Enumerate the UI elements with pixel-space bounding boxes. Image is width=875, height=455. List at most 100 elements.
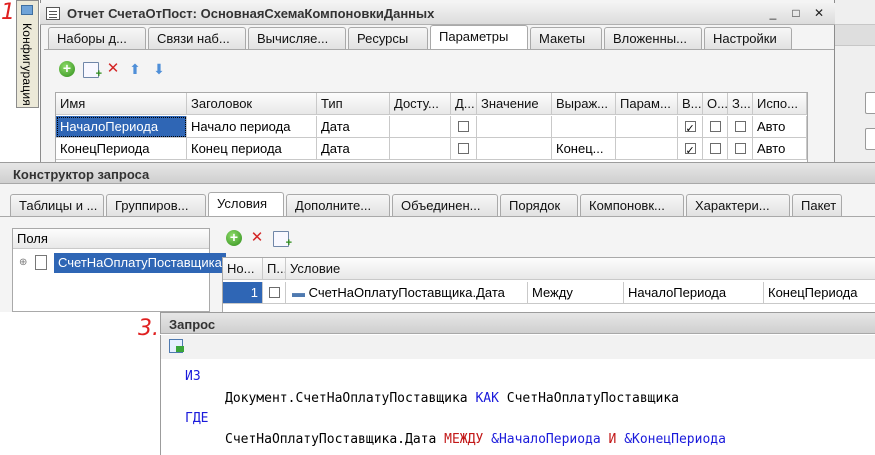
checkbox[interactable] [709, 121, 721, 133]
tab-settings[interactable]: Настройки [704, 27, 792, 49]
param-expr-cell[interactable]: Конец... [552, 138, 616, 160]
tab-order[interactable]: Порядок [500, 194, 578, 216]
checkbox-checked[interactable] [684, 141, 696, 159]
param-o-cell[interactable] [703, 116, 728, 138]
tab-grouping[interactable]: Группиров... [106, 194, 206, 216]
param-v-cell[interactable] [678, 138, 703, 160]
param-access-cell[interactable] [390, 138, 451, 160]
table-row[interactable]: 1 ▬ СчетНаОплатуПоставщика.Дата Между На… [223, 282, 875, 304]
query-edit-icon[interactable] [169, 339, 184, 353]
minimize-icon[interactable]: _ [765, 6, 781, 21]
param-name-cell[interactable]: НачалоПериода [56, 116, 187, 138]
param-value-cell[interactable] [477, 138, 552, 160]
tab-batch[interactable]: Пакет [792, 194, 842, 216]
tab-resources[interactable]: Ресурсы [348, 27, 428, 49]
param-d-cell[interactable] [451, 116, 477, 138]
column-header[interactable]: Но... [223, 258, 263, 280]
condition-operator-cell[interactable]: Между [528, 282, 624, 304]
condition-number-cell[interactable]: 1 [223, 282, 263, 304]
add-condition-icon[interactable]: + [226, 230, 242, 246]
param-title-cell[interactable]: Начало периода [187, 116, 317, 138]
param-z-cell[interactable] [728, 116, 753, 138]
query-text-titlebar[interactable]: Запрос [160, 312, 875, 334]
tab-calculated-fields[interactable]: Вычисляе... [248, 27, 346, 49]
checkbox[interactable] [709, 143, 721, 155]
table-row[interactable]: НачалоПериода Начало периода Дата Авто [56, 116, 807, 138]
schema-window-titlebar[interactable]: Отчет СчетаОтПост: ОсновнаяСхемаКомпонов… [40, 3, 835, 25]
copy-icon[interactable] [83, 62, 102, 82]
expand-icon[interactable]: ⊕ [19, 257, 27, 268]
param-access-cell[interactable] [390, 116, 451, 138]
param-o-cell[interactable] [703, 138, 728, 160]
query-alias: СчетНаОплатуПоставщика [506, 391, 679, 406]
tab-conditions[interactable]: Условия [208, 192, 284, 216]
tab-tables-and-fields[interactable]: Таблицы и ... [10, 194, 104, 216]
delete-icon[interactable]: ✕ [105, 61, 121, 77]
param-title-cell[interactable]: Конец периода [187, 138, 317, 160]
tab-composition[interactable]: Компоновк... [580, 194, 684, 216]
background-field [865, 92, 875, 114]
column-header[interactable]: Заголовок [187, 93, 317, 115]
column-header[interactable]: Тип [317, 93, 390, 115]
query-text-title: Запрос [169, 317, 216, 332]
param-type-cell[interactable]: Дата [317, 116, 390, 138]
checkbox[interactable] [458, 143, 469, 155]
checkbox[interactable] [734, 121, 746, 133]
column-header[interactable]: Испо... [753, 93, 807, 115]
tab-additional[interactable]: Дополните... [286, 194, 390, 216]
tree-item[interactable]: ⊕ СчетНаОплатуПоставщика [13, 253, 226, 273]
condition-enabled-cell[interactable] [263, 282, 286, 304]
close-icon[interactable]: ✕ [811, 6, 827, 21]
tree-item-label[interactable]: СчетНаОплатуПоставщика [54, 253, 226, 273]
param-param-cell[interactable] [616, 116, 678, 138]
checkbox[interactable] [458, 121, 469, 133]
column-header[interactable]: Парам... [616, 93, 678, 115]
table-row[interactable]: КонецПериода Конец периода Дата Конец...… [56, 138, 807, 160]
condition-from-cell[interactable]: НачалоПериода [624, 282, 764, 304]
configuration-sidebar[interactable]: Конфигурация [16, 0, 39, 108]
column-header[interactable]: Досту... [390, 93, 451, 115]
column-header[interactable]: З... [728, 93, 753, 115]
param-value-cell[interactable] [477, 116, 552, 138]
condition-to-cell[interactable]: КонецПериода [764, 282, 875, 304]
column-header[interactable]: Имя [56, 93, 187, 115]
keyword-where: ГДЕ [185, 411, 209, 426]
tab-unions[interactable]: Объединен... [392, 194, 498, 216]
param-expr-cell[interactable] [552, 116, 616, 138]
query-text-editor[interactable]: ИЗ Документ.СчетНаОплатуПоставщика КАК С… [160, 359, 875, 455]
checkbox-checked[interactable] [684, 119, 696, 137]
param-v-cell[interactable] [678, 116, 703, 138]
move-up-icon[interactable]: ⬆ [127, 61, 143, 77]
column-header[interactable]: Условие [286, 258, 875, 280]
fields-tree[interactable]: Поля ⊕ СчетНаОплатуПоставщика [12, 228, 226, 312]
param-use-cell[interactable]: Авто [753, 116, 807, 138]
column-header[interactable]: О... [703, 93, 728, 115]
delete-condition-icon[interactable]: ✕ [249, 230, 265, 246]
fields-header: Поля [13, 229, 209, 249]
column-header[interactable]: В... [678, 93, 703, 115]
add-icon[interactable]: + [59, 61, 75, 77]
param-d-cell[interactable] [451, 138, 477, 160]
tab-datasets[interactable]: Наборы д... [48, 27, 146, 49]
checkbox[interactable] [734, 143, 746, 155]
tab-characteristics[interactable]: Характери... [686, 194, 790, 216]
tab-templates[interactable]: Макеты [530, 27, 602, 49]
tab-nested-schemas[interactable]: Вложенны... [604, 27, 702, 49]
condition-field-cell[interactable]: ▬ СчетНаОплатуПоставщика.Дата [286, 282, 528, 304]
column-header[interactable]: Выраж... [552, 93, 616, 115]
param-use-cell[interactable]: Авто [753, 138, 807, 160]
copy-condition-icon[interactable] [273, 231, 292, 251]
param-param-cell[interactable] [616, 138, 678, 160]
query-builder-titlebar[interactable]: Конструктор запроса [0, 162, 875, 184]
move-down-icon[interactable]: ⬇ [151, 61, 167, 77]
param-name-cell[interactable]: КонецПериода [56, 138, 187, 160]
column-header[interactable]: П... [263, 258, 286, 280]
maximize-icon[interactable]: □ [788, 6, 804, 21]
tab-parameters[interactable]: Параметры [430, 25, 528, 49]
param-z-cell[interactable] [728, 138, 753, 160]
tab-dataset-links[interactable]: Связи наб... [148, 27, 246, 49]
checkbox[interactable] [268, 287, 280, 299]
column-header[interactable]: Значение [477, 93, 552, 115]
param-type-cell[interactable]: Дата [317, 138, 390, 160]
column-header[interactable]: Д... [451, 93, 477, 115]
